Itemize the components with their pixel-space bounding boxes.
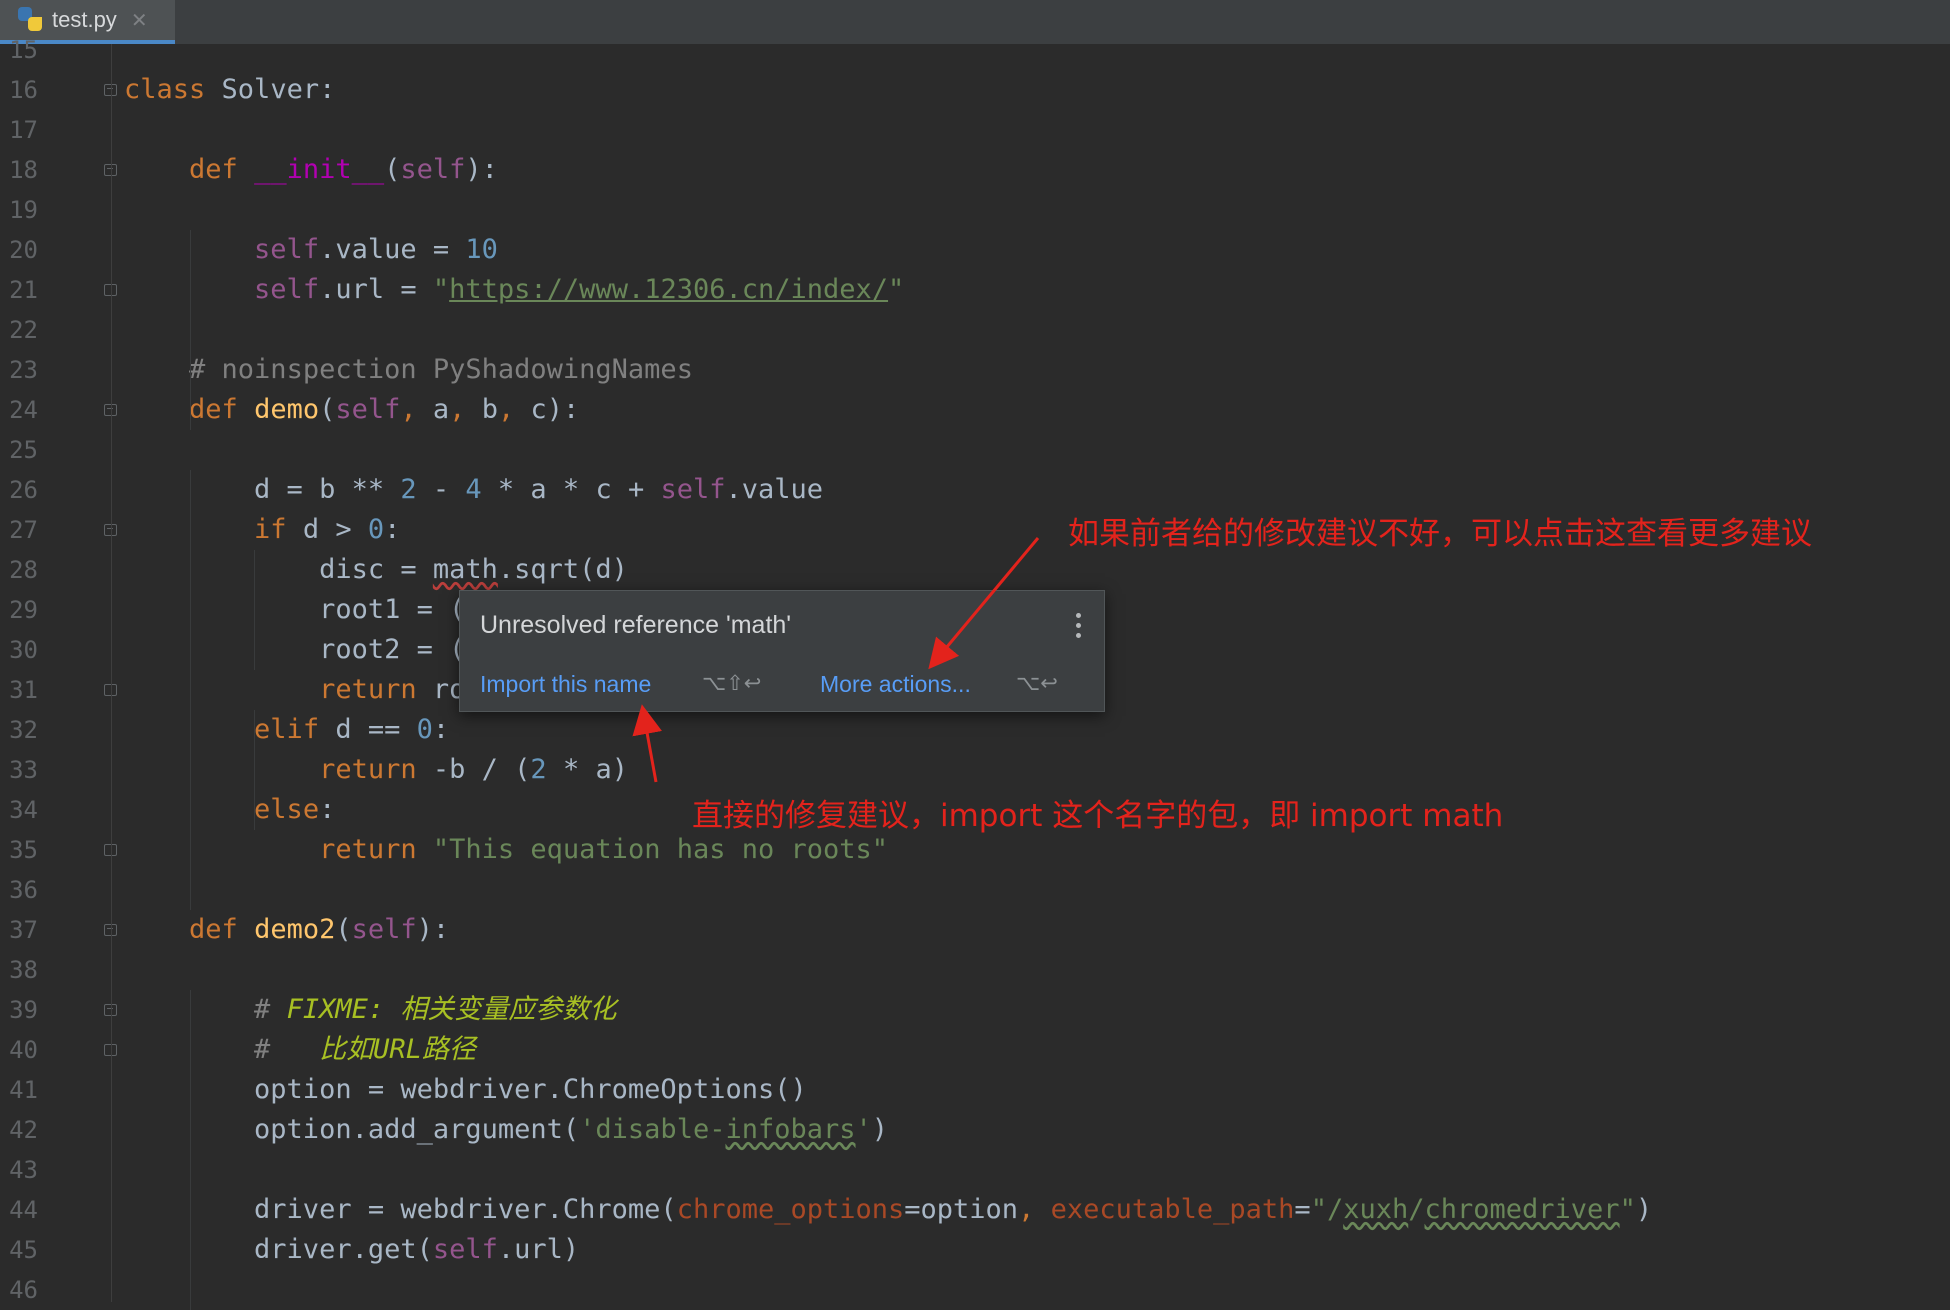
more-actions-link[interactable]: More actions... [820, 671, 971, 698]
code-text: option = webdriver.ChromeOptions() [124, 1074, 807, 1105]
line-number: 23 [9, 356, 38, 384]
indent-guide [190, 470, 191, 910]
line-number: 37 [9, 916, 38, 944]
code-text: return "This equation has no roots" [319, 834, 889, 865]
code-line[interactable]: 21 self.url = "https://www.12306.cn/inde… [0, 270, 1950, 310]
line-number: 20 [9, 236, 38, 264]
more-vertical-icon[interactable] [1076, 613, 1082, 643]
code-line[interactable]: 44 driver = webdriver.Chrome(chrome_opti… [0, 1190, 1950, 1230]
code-line[interactable]: 17 [0, 110, 1950, 150]
code-text: option.add_argument('disable-infobars') [124, 1114, 889, 1145]
code-line[interactable]: 18 def __init__(self): [0, 150, 1950, 190]
code-line[interactable]: 26 d = b ** 2 - 4 * a * c + self.value [0, 470, 1950, 510]
line-number: 44 [9, 1196, 38, 1224]
code-text: if d > 0: [254, 514, 401, 545]
code-line[interactable]: 16 class Solver: [0, 70, 1950, 110]
line-number: 41 [9, 1076, 38, 1104]
code-text: def demo2(self): [189, 914, 450, 945]
code-text: # noinspection PyShadowingNames [189, 354, 693, 385]
code-text: else: [254, 794, 336, 825]
code-line[interactable]: 24 def demo(self, a, b, c): [0, 390, 1950, 430]
inspection-popup: Unresolved reference 'math' Import this … [459, 590, 1105, 712]
line-number: 29 [9, 596, 38, 624]
code-text: root1 = ( [124, 594, 466, 625]
line-number: 21 [9, 276, 38, 304]
line-number: 19 [9, 196, 38, 224]
code-text: class Solver: [124, 74, 336, 105]
line-number: 30 [9, 636, 38, 664]
annotation-import-fix: 直接的修复建议，import 这个名字的包，即 import math [692, 798, 1504, 834]
code-line[interactable]: 37 def demo2(self): [0, 910, 1950, 950]
line-number: 16 [9, 76, 38, 104]
gutter-divider [111, 44, 112, 1302]
code-text: return ro [319, 674, 466, 705]
code-text: elif d == 0: [254, 714, 450, 745]
code-line[interactable]: 15 [0, 30, 1950, 70]
code-text: self.url = "https://www.12306.cn/index/" [254, 274, 905, 305]
line-number: 46 [9, 1276, 38, 1304]
code-line[interactable]: 43 [0, 1150, 1950, 1190]
line-number: 35 [9, 836, 38, 864]
line-number: 33 [9, 756, 38, 784]
code-text: root2 = ( [124, 634, 466, 665]
code-line[interactable]: 39 # FIXME: 相关变量应参数化 [0, 990, 1950, 1030]
close-icon[interactable]: ✕ [131, 8, 148, 32]
line-number: 18 [9, 156, 38, 184]
code-text: def __init__(self): [189, 154, 498, 185]
code-text: # 比如URL路径 [254, 1034, 476, 1065]
line-number: 40 [9, 1036, 38, 1064]
code-line[interactable]: 23 # noinspection PyShadowingNames [0, 350, 1950, 390]
code-text: d = b ** 2 - 4 * a * c + self.value [124, 474, 824, 505]
line-number: 31 [9, 676, 38, 704]
indent-guide [190, 990, 191, 1310]
code-line[interactable]: 25 [0, 430, 1950, 470]
code-text: # FIXME: 相关变量应参数化 [254, 994, 617, 1025]
line-number: 25 [9, 436, 38, 464]
line-number: 42 [9, 1116, 38, 1144]
line-number: 17 [9, 116, 38, 144]
inspection-message: Unresolved reference 'math' [480, 611, 792, 639]
line-number: 26 [9, 476, 38, 504]
code-line[interactable]: 19 [0, 190, 1950, 230]
code-text: driver.get(self.url) [124, 1234, 580, 1265]
line-number: 32 [9, 716, 38, 744]
code-line[interactable]: 20 self.value = 10 [0, 230, 1950, 270]
indent-guide [190, 230, 191, 430]
code-text: disc = math.sqrt(d) [124, 554, 628, 585]
code-line[interactable]: 36 [0, 870, 1950, 910]
code-line[interactable]: 45 driver.get(self.url) [0, 1230, 1950, 1270]
line-number: 45 [9, 1236, 38, 1264]
code-line[interactable]: 22 [0, 310, 1950, 350]
more-actions-shortcut: ⌥↩ [1016, 671, 1058, 695]
code-text: def demo(self, a, b, c): [189, 394, 580, 425]
annotation-more-actions: 如果前者给的修改建议不好，可以点击这查看更多建议 [1068, 516, 1812, 552]
code-line[interactable]: 41 option = webdriver.ChromeOptions() [0, 1070, 1950, 1110]
line-number: 28 [9, 556, 38, 584]
line-number: 39 [9, 996, 38, 1024]
code-line[interactable]: 28 disc = math.sqrt(d) [0, 550, 1950, 590]
line-number: 22 [9, 316, 38, 344]
code-line[interactable]: 35 return "This equation has no roots" [0, 830, 1950, 870]
code-line[interactable]: 33 return -b / (2 * a) [0, 750, 1950, 790]
code-line[interactable]: 38 [0, 950, 1950, 990]
indent-guide [254, 550, 255, 670]
line-number: 15 [9, 36, 38, 64]
indent-guide [254, 710, 255, 790]
line-number: 36 [9, 876, 38, 904]
code-text: driver = webdriver.Chrome(chrome_options… [124, 1194, 1653, 1225]
code-line[interactable]: 32 elif d == 0: [0, 710, 1950, 750]
line-number: 38 [9, 956, 38, 984]
code-text: return -b / (2 * a) [319, 754, 628, 785]
import-shortcut: ⌥⇧↩ [702, 671, 762, 695]
import-this-name-link[interactable]: Import this name [480, 671, 651, 698]
code-text: self.value = 10 [254, 234, 498, 265]
line-number: 27 [9, 516, 38, 544]
line-number: 43 [9, 1156, 38, 1184]
code-line[interactable]: 42 option.add_argument('disable-infobars… [0, 1110, 1950, 1150]
indent-guide [254, 790, 255, 830]
line-number: 24 [9, 396, 38, 424]
line-number: 34 [9, 796, 38, 824]
code-line[interactable]: 46 [0, 1270, 1950, 1310]
code-line[interactable]: 40 # 比如URL路径 [0, 1030, 1950, 1070]
